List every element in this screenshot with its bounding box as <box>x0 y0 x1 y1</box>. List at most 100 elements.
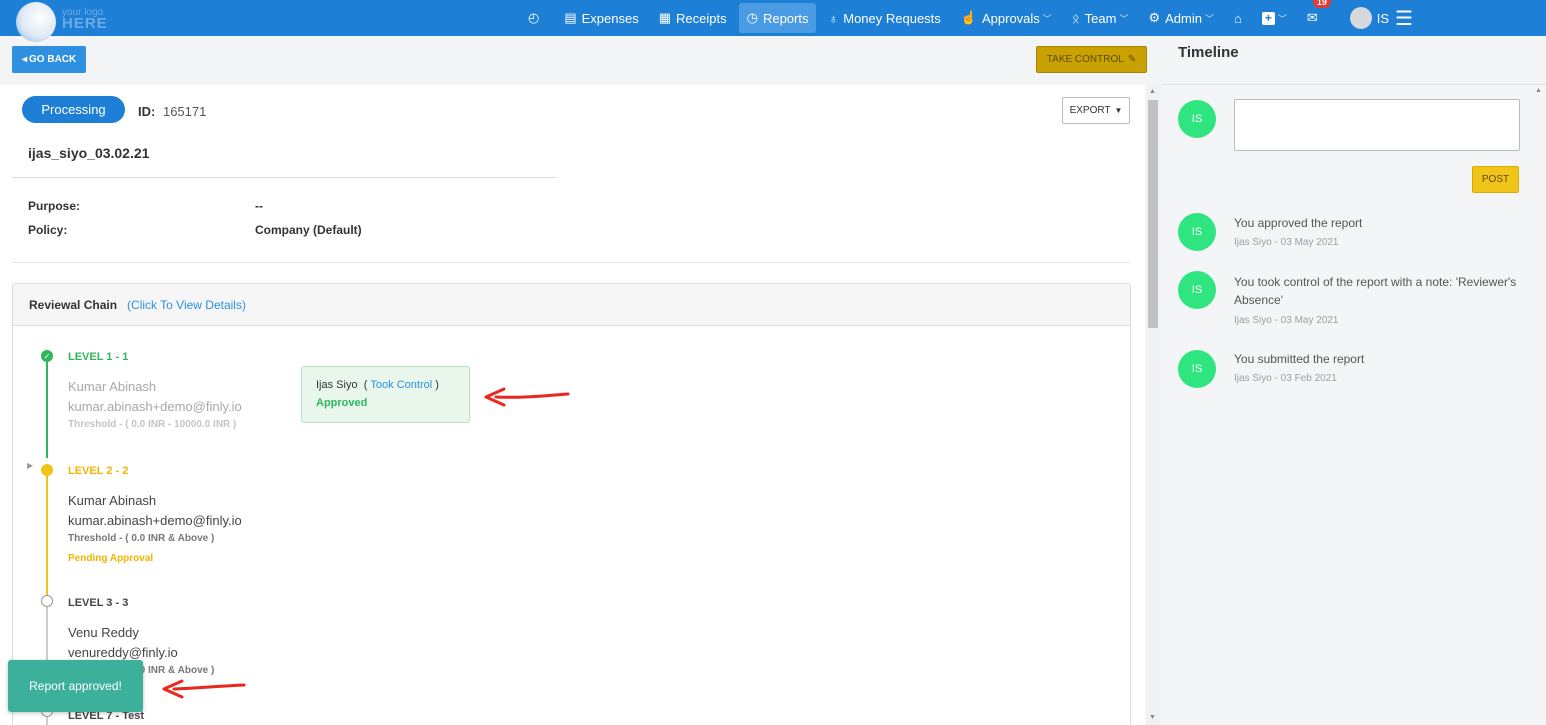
nav-item-add[interactable]: + ﹀ <box>1254 3 1295 33</box>
export-dropdown-button[interactable]: EXPORT ▼ <box>1062 97 1130 124</box>
avatar: IS <box>1178 213 1216 251</box>
red-arrow-icon <box>484 387 570 407</box>
timeline-event-meta: Ijas Siyo - 03 May 2021 <box>1234 315 1339 326</box>
took-control-link[interactable]: Took Control <box>370 379 432 391</box>
timeline-title: Timeline <box>1178 44 1239 61</box>
logo-circle-icon <box>16 2 56 42</box>
reviewal-chain-panel: Reviewal Chain (Click To View Details) ✓… <box>12 283 1131 725</box>
receipts-icon: ▦ <box>658 10 672 25</box>
scroll-down-icon[interactable]: ▼ <box>1149 714 1156 721</box>
user-menu[interactable]: IS ☰ <box>1342 3 1421 33</box>
approved-status: Approved <box>316 397 368 409</box>
status-badge: Processing <box>22 96 125 123</box>
chevron-down-icon: ﹀ <box>1119 13 1129 24</box>
timeline-panel: Timeline IS POST IS You approved the rep… <box>1162 36 1546 725</box>
purpose-label: Purpose: <box>28 199 81 213</box>
approver-email: kumar.abinash+demo@finly.io <box>68 399 242 414</box>
team-icon: ᛟ <box>1071 10 1080 26</box>
expenses-icon: ▤ <box>564 10 577 25</box>
edit-icon: ✎ <box>1127 54 1137 65</box>
divider <box>12 262 1130 263</box>
report-id: ID: 165171 <box>138 104 206 119</box>
chevron-down-icon: ﹀ <box>1277 13 1287 24</box>
scroll-up-icon[interactable]: ▲ <box>1149 88 1156 95</box>
avatar <box>1349 7 1372 29</box>
purpose-value: -- <box>255 199 263 213</box>
report-id-label: ID: <box>138 104 156 119</box>
approver-name: Kumar Abinash <box>68 379 157 394</box>
approver-threshold: Threshold - ( 0.0 INR & Above ) <box>68 533 215 544</box>
approver-email: venureddy@finly.io <box>68 645 178 660</box>
reviewal-chain-header: Reviewal Chain (Click To View Details) <box>13 284 1130 326</box>
report-title: ijas_siyo_03.02.21 <box>28 145 150 161</box>
top-navbar: your logo HERE ◴ ▤ Expenses ▦ Receipts ◷… <box>0 0 1546 42</box>
take-control-button[interactable]: TAKE CONTROL ✎ <box>1036 46 1147 73</box>
bank-icon: ⌂ <box>1233 10 1242 26</box>
user-initials: IS <box>1376 10 1390 26</box>
nav-item-expenses[interactable]: ▤ Expenses <box>556 3 646 33</box>
hamburger-menu-icon[interactable]: ☰ <box>1395 6 1413 31</box>
inbox-icon: ✉ <box>1306 10 1318 25</box>
nav-item-dashboard[interactable]: ◴ <box>520 3 552 33</box>
nav-item-reports[interactable]: ◷ Reports <box>738 3 817 33</box>
avatar: IS <box>1178 100 1216 138</box>
policy-value: Company (Default) <box>255 223 362 237</box>
approver-name: Venu Reddy <box>68 625 139 640</box>
view-details-link[interactable]: (Click To View Details) <box>127 298 246 312</box>
caret-right-icon[interactable]: ▶ <box>27 461 33 470</box>
logo-text-big: HERE <box>62 15 108 32</box>
avatar: IS <box>1178 271 1216 309</box>
plus-square-icon: + <box>1261 11 1275 25</box>
double-chevron-left-icon: ◂ <box>22 54 28 65</box>
nav-item-inbox[interactable]: ✉ 19 <box>1299 0 1331 33</box>
nav-item-money-requests[interactable]: ♁ Money Requests <box>820 3 948 33</box>
timeline-event-text: You took control of the report with a no… <box>1234 275 1517 307</box>
dashboard-icon: ◴ <box>528 10 540 25</box>
chevron-down-icon: ﹀ <box>1204 13 1214 24</box>
timeline-event-meta: Ijas Siyo - 03 Feb 2021 <box>1234 373 1337 384</box>
post-button[interactable]: POST <box>1472 166 1519 193</box>
comment-input[interactable] <box>1234 99 1520 151</box>
level-title: LEVEL 3 - 3 <box>68 597 129 609</box>
toast-notification[interactable]: Report approved! <box>8 660 143 712</box>
red-arrow-icon <box>162 679 246 699</box>
empty-circle-icon <box>41 595 53 607</box>
money-requests-icon: ♁ <box>828 10 839 26</box>
approver-email: kumar.abinash+demo@finly.io <box>68 513 242 528</box>
reviewal-chain-title: Reviewal Chain <box>29 297 118 312</box>
nav-menu: ◴ ▤ Expenses ▦ Receipts ◷ Reports ♁ Mone… <box>520 0 1425 36</box>
report-id-value: 165171 <box>162 104 207 119</box>
level-title: LEVEL 1 - 1 <box>68 351 129 363</box>
nav-item-receipts[interactable]: ▦ Receipts <box>651 3 735 33</box>
timeline-event-text: You submitted the report <box>1234 352 1365 366</box>
nav-item-admin[interactable]: ⚙ Admin ﹀ <box>1140 3 1222 33</box>
policy-label: Policy: <box>28 223 68 237</box>
timeline-scrollbar[interactable]: ▲ <box>1532 85 1546 725</box>
chain-line-yellow <box>46 474 48 596</box>
level-title: LEVEL 2 - 2 <box>68 465 129 477</box>
admin-icon: ⚙ <box>1148 10 1161 25</box>
caret-down-icon: ▼ <box>1114 106 1123 115</box>
report-detail-card: Processing ID: 165171 EXPORT ▼ ijas_siyo… <box>0 85 1145 725</box>
took-control-user: Ijas Siyo <box>316 379 358 391</box>
took-control-box: Ijas Siyo ( Took Control ) Approved <box>301 366 470 423</box>
approver-threshold: Threshold - ( 0.0 INR - 10000.0 INR ) <box>68 419 237 430</box>
go-back-button[interactable]: ◂ GO BACK <box>12 46 87 73</box>
chevron-down-icon: ﹀ <box>1042 13 1052 24</box>
company-logo[interactable]: your logo HERE <box>16 0 108 42</box>
nav-item-bank[interactable]: ⌂ <box>1226 3 1250 33</box>
chain-line-green <box>46 356 48 458</box>
timeline-event-text: You approved the report <box>1234 216 1363 230</box>
avatar: IS <box>1178 350 1216 388</box>
approver-name: Kumar Abinash <box>68 493 157 508</box>
check-circle-icon: ✓ <box>41 350 53 362</box>
divider <box>12 177 557 178</box>
scroll-up-icon[interactable]: ▲ <box>1535 87 1546 94</box>
reports-icon: ◷ <box>746 10 758 25</box>
nav-item-approvals[interactable]: ☝ Approvals ﹀ <box>953 3 1060 33</box>
thumbs-up-icon: ☝ <box>960 10 977 25</box>
notification-badge: 19 <box>1312 0 1331 8</box>
nav-item-team[interactable]: ᛟ Team ﹀ <box>1064 3 1137 33</box>
main-scrollbar-thumb[interactable] <box>1148 100 1158 328</box>
pending-dot-icon <box>41 464 53 476</box>
